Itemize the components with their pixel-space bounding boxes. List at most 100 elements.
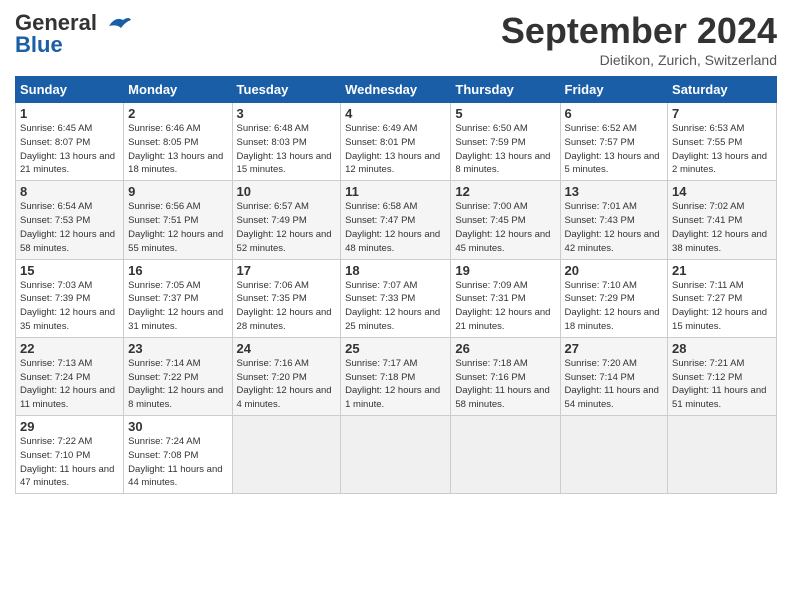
calendar-cell: 21 Sunrise: 7:11 AMSunset: 7:27 PMDayligh…	[668, 259, 777, 337]
calendar-cell: 1 Sunrise: 6:45 AMSunset: 8:07 PMDaylight…	[16, 103, 124, 181]
day-info: Sunrise: 7:13 AMSunset: 7:24 PMDaylight:…	[20, 358, 115, 410]
calendar-cell: 29 Sunrise: 7:22 AMSunset: 7:10 PMDayligh…	[16, 416, 124, 494]
day-info: Sunrise: 6:48 AMSunset: 8:03 PMDaylight:…	[237, 123, 332, 175]
day-info: Sunrise: 6:57 AMSunset: 7:49 PMDaylight:…	[237, 201, 332, 253]
calendar-cell	[232, 416, 341, 494]
day-info: Sunrise: 6:45 AMSunset: 8:07 PMDaylight:…	[20, 123, 115, 175]
calendar-cell	[451, 416, 560, 494]
calendar-cell: 14 Sunrise: 7:02 AMSunset: 7:41 PMDayligh…	[668, 181, 777, 259]
day-number: 27	[565, 341, 664, 356]
weekday-header-row: SundayMondayTuesdayWednesdayThursdayFrid…	[16, 77, 777, 103]
day-number: 1	[20, 106, 119, 121]
calendar-week-4: 22 Sunrise: 7:13 AMSunset: 7:24 PMDayligh…	[16, 337, 777, 415]
calendar-cell: 12 Sunrise: 7:00 AMSunset: 7:45 PMDayligh…	[451, 181, 560, 259]
weekday-header-tuesday: Tuesday	[232, 77, 341, 103]
day-number: 13	[565, 184, 664, 199]
day-number: 17	[237, 263, 337, 278]
calendar-cell: 2Sunrise: 6:46 AMSunset: 8:05 PMDaylight…	[124, 103, 232, 181]
day-info: Sunrise: 7:07 AMSunset: 7:33 PMDaylight:…	[345, 280, 440, 332]
calendar-cell: 15Sunrise: 7:03 AMSunset: 7:39 PMDayligh…	[16, 259, 124, 337]
day-number: 2	[128, 106, 227, 121]
calendar-cell	[560, 416, 668, 494]
calendar-cell: 11 Sunrise: 6:58 AMSunset: 7:47 PMDayligh…	[341, 181, 451, 259]
day-number: 23	[128, 341, 227, 356]
day-number: 25	[345, 341, 446, 356]
day-info: Sunrise: 7:18 AMSunset: 7:16 PMDaylight:…	[455, 358, 549, 410]
day-info: Sunrise: 7:22 AMSunset: 7:10 PMDaylight:…	[20, 436, 114, 488]
calendar-cell	[341, 416, 451, 494]
day-info: Sunrise: 7:20 AMSunset: 7:14 PMDaylight:…	[565, 358, 659, 410]
page-container: General Blue September 2024 Dietikon, Zu…	[0, 0, 792, 504]
day-info: Sunrise: 7:21 AMSunset: 7:12 PMDaylight:…	[672, 358, 766, 410]
day-info: Sunrise: 7:24 AMSunset: 7:08 PMDaylight:…	[128, 436, 222, 488]
weekday-header-monday: Monday	[124, 77, 232, 103]
calendar-week-2: 8Sunrise: 6:54 AMSunset: 7:53 PMDaylight…	[16, 181, 777, 259]
day-info: Sunrise: 6:58 AMSunset: 7:47 PMDaylight:…	[345, 201, 440, 253]
logo: General Blue	[15, 10, 133, 58]
weekday-header-sunday: Sunday	[16, 77, 124, 103]
calendar-cell: 18Sunrise: 7:07 AMSunset: 7:33 PMDayligh…	[341, 259, 451, 337]
calendar-cell: 16 Sunrise: 7:05 AMSunset: 7:37 PMDayligh…	[124, 259, 232, 337]
calendar-cell: 27 Sunrise: 7:20 AMSunset: 7:14 PMDayligh…	[560, 337, 668, 415]
day-info: Sunrise: 7:00 AMSunset: 7:45 PMDaylight:…	[455, 201, 550, 253]
day-info: Sunrise: 7:16 AMSunset: 7:20 PMDaylight:…	[237, 358, 332, 410]
day-number: 3	[237, 106, 337, 121]
calendar-week-3: 15Sunrise: 7:03 AMSunset: 7:39 PMDayligh…	[16, 259, 777, 337]
day-number: 14	[672, 184, 772, 199]
day-number: 10	[237, 184, 337, 199]
logo-bird-icon	[101, 12, 133, 34]
day-info: Sunrise: 7:10 AMSunset: 7:29 PMDaylight:…	[565, 280, 660, 332]
day-number: 12	[455, 184, 555, 199]
calendar-cell: 30 Sunrise: 7:24 AMSunset: 7:08 PMDayligh…	[124, 416, 232, 494]
day-number: 29	[20, 419, 119, 434]
day-number: 6	[565, 106, 664, 121]
weekday-header-saturday: Saturday	[668, 77, 777, 103]
calendar-cell: 19Sunrise: 7:09 AMSunset: 7:31 PMDayligh…	[451, 259, 560, 337]
day-number: 15	[20, 263, 119, 278]
calendar-cell: 28 Sunrise: 7:21 AMSunset: 7:12 PMDayligh…	[668, 337, 777, 415]
location-subtitle: Dietikon, Zurich, Switzerland	[501, 52, 777, 68]
day-info: Sunrise: 6:56 AMSunset: 7:51 PMDaylight:…	[128, 201, 223, 253]
day-info: Sunrise: 7:05 AMSunset: 7:37 PMDaylight:…	[128, 280, 223, 332]
day-number: 30	[128, 419, 227, 434]
calendar-cell: 20Sunrise: 7:10 AMSunset: 7:29 PMDayligh…	[560, 259, 668, 337]
day-info: Sunrise: 6:52 AMSunset: 7:57 PMDaylight:…	[565, 123, 660, 175]
day-number: 28	[672, 341, 772, 356]
calendar-cell: 6 Sunrise: 6:52 AMSunset: 7:57 PMDaylight…	[560, 103, 668, 181]
day-number: 4	[345, 106, 446, 121]
day-number: 22	[20, 341, 119, 356]
calendar-cell: 3 Sunrise: 6:48 AMSunset: 8:03 PMDaylight…	[232, 103, 341, 181]
day-info: Sunrise: 7:17 AMSunset: 7:18 PMDaylight:…	[345, 358, 440, 410]
month-title: September 2024	[501, 10, 777, 52]
day-number: 16	[128, 263, 227, 278]
calendar-cell: 25 Sunrise: 7:17 AMSunset: 7:18 PMDayligh…	[341, 337, 451, 415]
calendar-cell: 9 Sunrise: 6:56 AMSunset: 7:51 PMDaylight…	[124, 181, 232, 259]
header: General Blue September 2024 Dietikon, Zu…	[15, 10, 777, 68]
calendar-week-1: 1 Sunrise: 6:45 AMSunset: 8:07 PMDaylight…	[16, 103, 777, 181]
calendar-cell: 24 Sunrise: 7:16 AMSunset: 7:20 PMDayligh…	[232, 337, 341, 415]
weekday-header-friday: Friday	[560, 77, 668, 103]
calendar-cell: 26Sunrise: 7:18 AMSunset: 7:16 PMDayligh…	[451, 337, 560, 415]
calendar-cell: 17 Sunrise: 7:06 AMSunset: 7:35 PMDayligh…	[232, 259, 341, 337]
day-info: Sunrise: 7:14 AMSunset: 7:22 PMDaylight:…	[128, 358, 223, 410]
calendar-cell	[668, 416, 777, 494]
logo-blue: Blue	[15, 32, 63, 58]
day-number: 21	[672, 263, 772, 278]
day-info: Sunrise: 7:06 AMSunset: 7:35 PMDaylight:…	[237, 280, 332, 332]
day-number: 7	[672, 106, 772, 121]
day-info: Sunrise: 6:53 AMSunset: 7:55 PMDaylight:…	[672, 123, 767, 175]
day-number: 11	[345, 184, 446, 199]
day-info: Sunrise: 7:11 AMSunset: 7:27 PMDaylight:…	[672, 280, 767, 332]
day-info: Sunrise: 6:54 AMSunset: 7:53 PMDaylight:…	[20, 201, 115, 253]
calendar-cell: 10 Sunrise: 6:57 AMSunset: 7:49 PMDayligh…	[232, 181, 341, 259]
day-number: 9	[128, 184, 227, 199]
calendar-cell: 8Sunrise: 6:54 AMSunset: 7:53 PMDaylight…	[16, 181, 124, 259]
day-info: Sunrise: 7:02 AMSunset: 7:41 PMDaylight:…	[672, 201, 767, 253]
calendar-cell: 5Sunrise: 6:50 AMSunset: 7:59 PMDaylight…	[451, 103, 560, 181]
day-info: Sunrise: 7:09 AMSunset: 7:31 PMDaylight:…	[455, 280, 550, 332]
day-number: 24	[237, 341, 337, 356]
day-info: Sunrise: 6:49 AMSunset: 8:01 PMDaylight:…	[345, 123, 440, 175]
calendar-week-5: 29 Sunrise: 7:22 AMSunset: 7:10 PMDayligh…	[16, 416, 777, 494]
calendar-cell: 7 Sunrise: 6:53 AMSunset: 7:55 PMDaylight…	[668, 103, 777, 181]
title-area: September 2024 Dietikon, Zurich, Switzer…	[501, 10, 777, 68]
